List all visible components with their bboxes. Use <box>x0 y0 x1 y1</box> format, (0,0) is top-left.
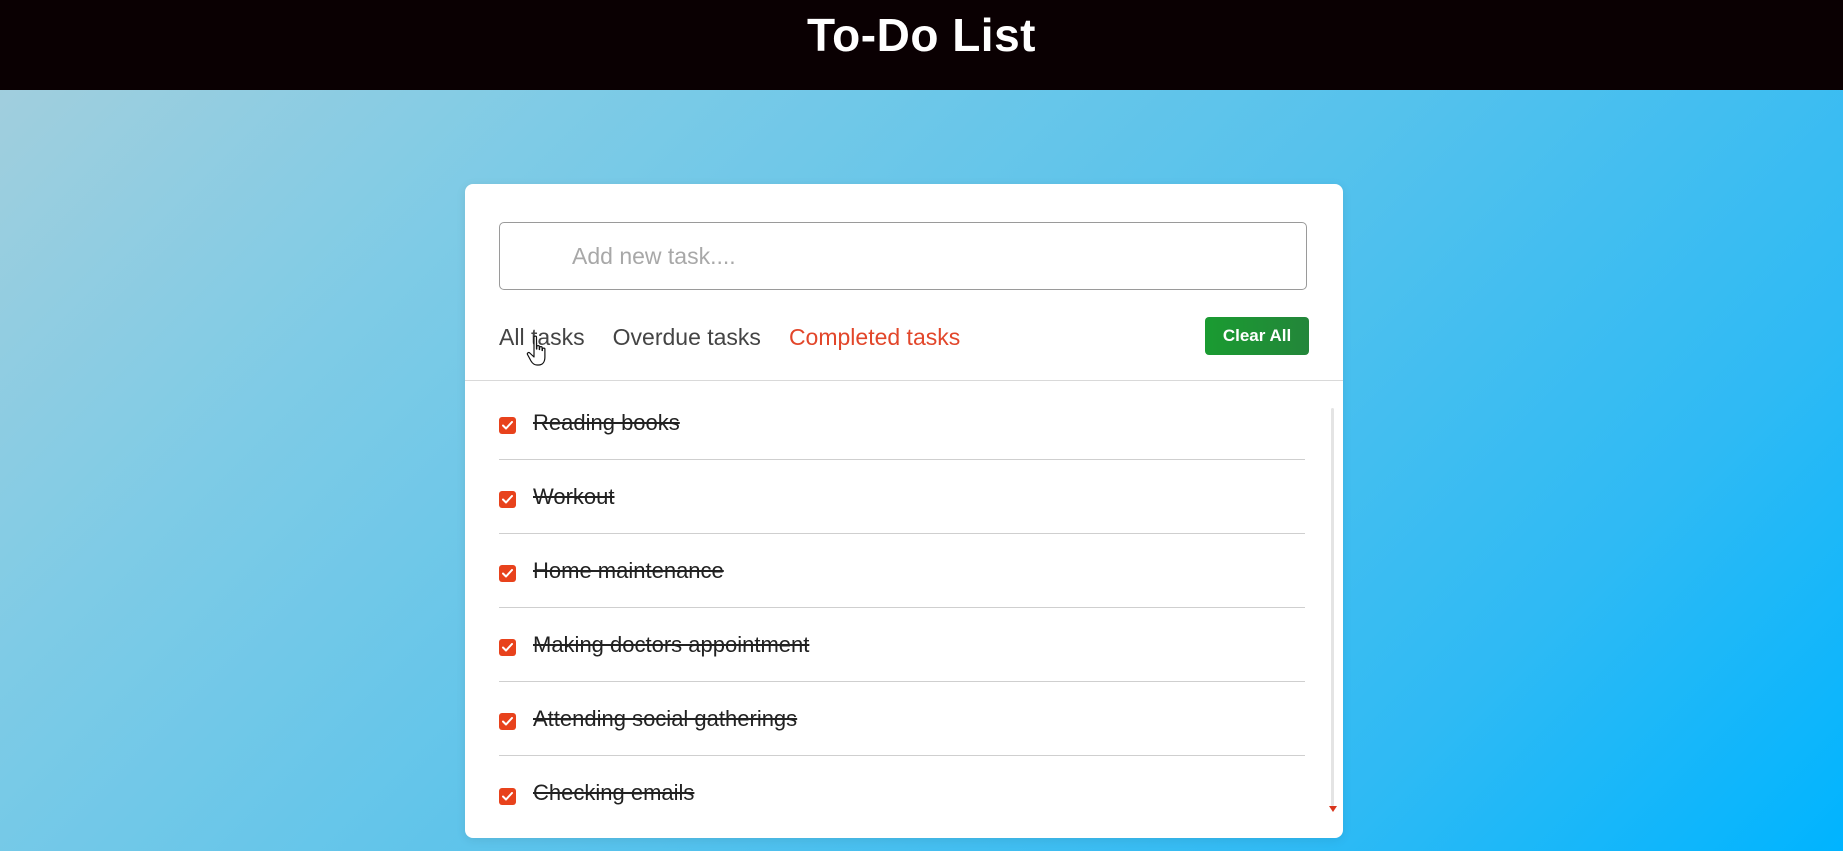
task-label: Home maintenance <box>533 557 724 583</box>
app-header: To-Do List <box>0 0 1843 90</box>
list-item: Reading books <box>499 386 1305 460</box>
page-title: To-Do List <box>807 9 1036 61</box>
new-task-input[interactable] <box>499 222 1307 290</box>
task-checkbox[interactable] <box>499 639 516 656</box>
list-item: Home maintenance <box>499 534 1305 608</box>
check-icon <box>502 717 513 726</box>
check-icon <box>502 569 513 578</box>
task-checkbox[interactable] <box>499 491 516 508</box>
task-checkbox[interactable] <box>499 417 516 434</box>
task-label: Making doctors appointment <box>533 631 810 657</box>
check-icon <box>502 791 513 800</box>
filter-tabs: All tasks Overdue tasks Completed tasks <box>499 317 960 357</box>
task-list: Reading books Workout Home maintenance M… <box>499 386 1305 830</box>
list-item: Attending social gatherings <box>499 682 1305 756</box>
scrollbar-track[interactable] <box>1331 408 1334 806</box>
clear-all-button[interactable]: Clear All <box>1205 317 1309 355</box>
task-label: Checking emails <box>533 780 695 805</box>
check-icon <box>502 421 513 430</box>
list-item: Making doctors appointment <box>499 608 1305 682</box>
task-list-scrollbar[interactable] <box>1329 408 1337 824</box>
task-checkbox[interactable] <box>499 565 516 582</box>
task-label: Reading books <box>533 409 680 435</box>
task-label: Workout <box>533 483 615 509</box>
list-item: Checking emails <box>499 756 1305 830</box>
tab-completed-tasks[interactable]: Completed tasks <box>789 324 960 351</box>
todo-card: All tasks Overdue tasks Completed tasks … <box>465 184 1343 838</box>
scroll-down-arrow-icon[interactable] <box>1329 806 1337 812</box>
tab-all-tasks[interactable]: All tasks <box>499 324 585 351</box>
tab-overdue-tasks[interactable]: Overdue tasks <box>613 324 761 351</box>
list-item: Workout <box>499 460 1305 534</box>
check-icon <box>502 495 513 504</box>
task-label: Attending social gatherings <box>533 705 798 731</box>
task-checkbox[interactable] <box>499 713 516 730</box>
check-icon <box>502 643 513 652</box>
divider <box>465 380 1343 381</box>
task-checkbox[interactable] <box>499 787 516 805</box>
